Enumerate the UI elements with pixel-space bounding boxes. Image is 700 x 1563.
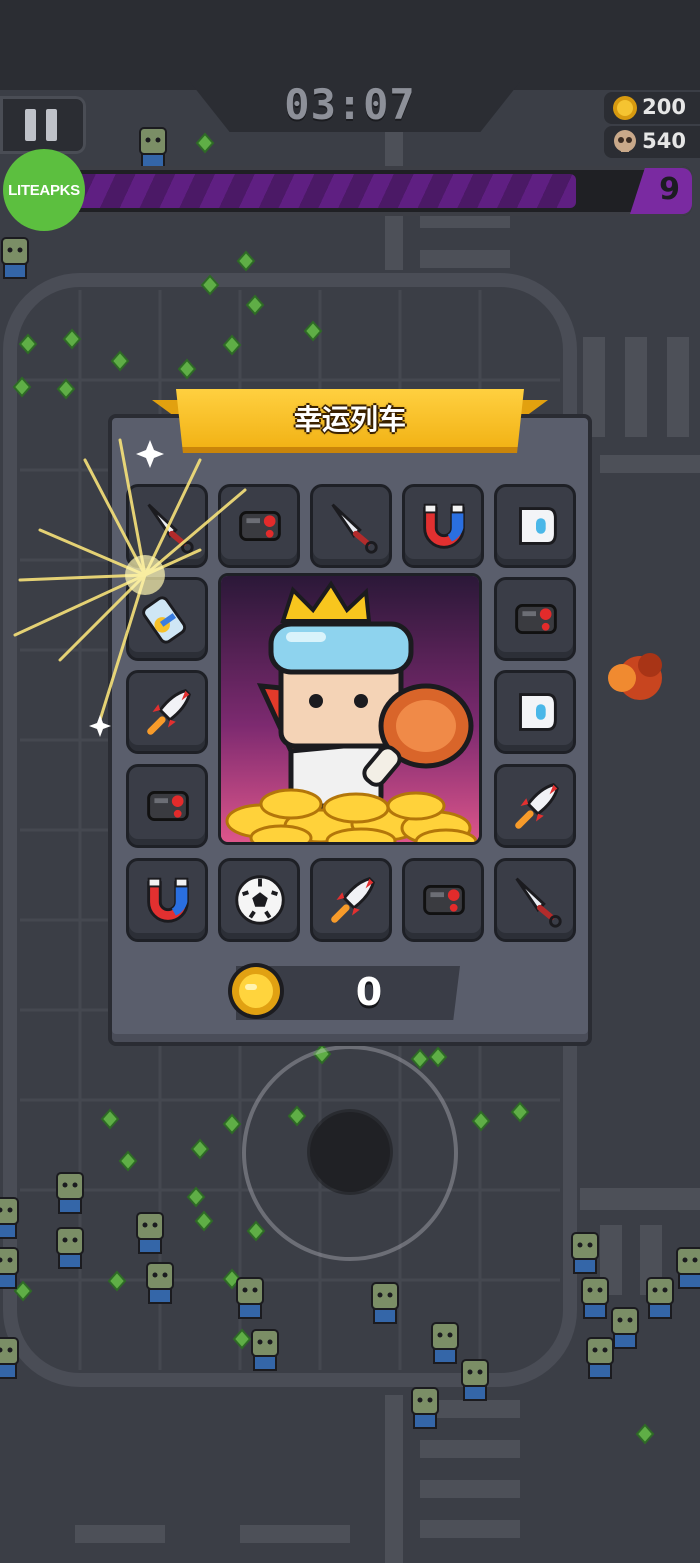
battery-icon: [142, 596, 187, 644]
armor-icon: [519, 693, 557, 731]
reward-slot: [126, 858, 208, 942]
reward-slot: [126, 577, 208, 661]
zombie-enemy: [586, 1337, 614, 1379]
coin-count: 200: [642, 95, 686, 119]
hero-reward-art: [218, 573, 482, 845]
reward-slot: [494, 670, 576, 754]
rocket-icon: [515, 783, 559, 829]
reward-slot: [310, 484, 392, 568]
experience-bar: [66, 166, 692, 216]
soccer-ball-icon: [235, 875, 285, 925]
gold-coin-icon: [228, 963, 284, 1019]
joystick-knob[interactable]: [310, 1112, 390, 1192]
armor-icon: [519, 507, 557, 545]
zombie-enemy: [571, 1232, 599, 1274]
zombie-enemy: [139, 127, 167, 169]
hud-top-bar: [0, 0, 700, 90]
zombie-enemy: [611, 1307, 639, 1349]
zombie-enemy: [251, 1329, 279, 1371]
zombie-enemy: [431, 1322, 459, 1364]
zombie-enemy: [461, 1359, 489, 1401]
watermark-logo: LITEAPKS: [3, 149, 85, 231]
zombie-enemy: [0, 1197, 19, 1239]
reward-slot: [494, 577, 576, 661]
reward-slot: [126, 484, 208, 568]
drone-icon: [147, 790, 189, 822]
zombie-enemy: [56, 1227, 84, 1269]
zombie-enemy: [0, 1247, 19, 1289]
experience-fill: [76, 174, 577, 208]
coin-counter: 200: [604, 92, 700, 124]
reward-slot: [218, 484, 300, 568]
reward-slot: [126, 670, 208, 754]
skull-icon: [614, 130, 636, 152]
reward-slot: [494, 484, 576, 568]
reward-slot: [126, 764, 208, 848]
zombie-enemy: [1, 237, 29, 279]
rocket-icon: [147, 689, 191, 735]
kunai-icon: [331, 503, 378, 554]
zombie-enemy: [0, 1337, 19, 1379]
zombie-enemy: [411, 1387, 439, 1429]
zombie-enemy: [581, 1277, 609, 1319]
reward-slot: [494, 858, 576, 942]
reward-slot: [402, 484, 484, 568]
pause-icon: [25, 109, 36, 141]
survival-timer: 03:07: [284, 80, 416, 129]
rocket-icon: [331, 877, 375, 923]
reward-slot: [310, 858, 392, 942]
reward-slot: [218, 858, 300, 942]
zombie-enemy: [371, 1282, 399, 1324]
zombie-enemy: [146, 1262, 174, 1304]
coin-icon: [613, 96, 637, 120]
kunai-icon: [147, 503, 194, 554]
zombie-enemy: [646, 1277, 674, 1319]
pause-button[interactable]: [0, 96, 86, 154]
reward-coin-count: 0: [355, 970, 383, 1014]
pause-icon-bar: [46, 109, 57, 141]
reward-slot: [402, 858, 484, 942]
panel-title: 幸运列车: [293, 403, 406, 436]
magnet-icon: [147, 877, 189, 923]
zombie-enemy: [676, 1247, 700, 1289]
player-level: 9: [659, 172, 680, 207]
magnet-icon: [423, 503, 465, 549]
drone-icon: [515, 603, 557, 635]
zombie-enemy: [56, 1172, 84, 1214]
zombie-enemy: [136, 1212, 164, 1254]
drone-icon: [423, 884, 465, 916]
drone-icon: [239, 510, 281, 542]
kill-counter: 540: [604, 126, 700, 158]
kill-count: 540: [642, 129, 686, 153]
reward-slot: [494, 764, 576, 848]
kunai-icon: [515, 877, 562, 928]
zombie-enemy: [236, 1277, 264, 1319]
